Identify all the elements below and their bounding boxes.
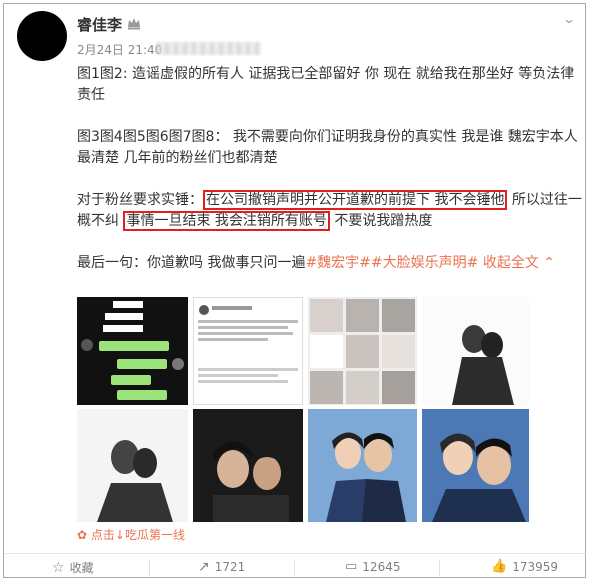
couple-outdoor-image xyxy=(326,432,406,522)
couple-photo-2[interactable] xyxy=(77,409,188,522)
action-separator xyxy=(149,560,150,576)
couple-photo-4[interactable] xyxy=(422,409,529,522)
couple-photo-1[interactable] xyxy=(422,297,529,405)
collapse-link[interactable]: 收起全文 ⌃ xyxy=(483,255,555,271)
post-date[interactable]: 2月24日 21:40 xyxy=(77,41,162,58)
chevron-up-icon: ⌃ xyxy=(543,255,556,271)
comment-button[interactable]: ▭ 12645 xyxy=(345,559,400,574)
source-label: 点击↓吃瓜第一线 xyxy=(90,528,185,542)
like-count: 173959 xyxy=(512,559,558,574)
favorite-button[interactable]: ☆ 收藏 xyxy=(52,559,94,576)
repost-icon: ↗ xyxy=(198,559,210,575)
selfie-image xyxy=(213,441,289,522)
paragraph-3: 对于粉丝要求实锤： 在公司撤销声明并公开道歉的前提下 我不会锤他 所以过往一概不纠… xyxy=(77,190,582,232)
paragraph-4: 最后一句：你道歉吗 我做事只问一遍#魏宏宇##大脸娱乐声明# 收起全文 ⌃ xyxy=(77,253,582,274)
photo-grid[interactable] xyxy=(308,297,417,405)
thumbs-up-icon: 👍 xyxy=(491,559,508,574)
para4-text: 最后一句：你道歉吗 我做事只问一遍 xyxy=(77,255,306,271)
username[interactable]: 睿佳李 xyxy=(77,14,122,35)
selfie-photo[interactable] xyxy=(193,409,303,522)
chevron-down-icon[interactable]: ⌄ xyxy=(562,12,576,26)
weibo-post-card: 睿佳李 ⌄ 2月24日 21:40 图1图2: 造谣虚假的所有人 证据我已全部留… xyxy=(3,3,586,578)
highlight-box-1: 在公司撤销声明并公开道歉的前提下 我不会锤他 xyxy=(203,190,508,210)
favorite-label: 收藏 xyxy=(69,561,94,575)
crown-badge-icon xyxy=(128,18,140,30)
avatar[interactable] xyxy=(17,11,67,61)
repost-button[interactable]: ↗ 1721 xyxy=(198,559,245,575)
divider xyxy=(5,553,586,554)
post-content: 图1图2: 造谣虚假的所有人 证据我已全部留好 你 现在 就给我在那坐好 等负法… xyxy=(77,64,582,274)
highlight-box-2: 事情一旦结束 我会注销所有账号 xyxy=(123,211,330,231)
hashtag-links[interactable]: #魏宏宇##大脸娱乐声明# xyxy=(305,255,478,271)
chat-screenshot-1[interactable] xyxy=(77,297,188,405)
para3-prefix: 对于粉丝要求实锤： xyxy=(77,192,203,208)
star-icon: ☆ xyxy=(52,559,65,576)
couple-bw-image xyxy=(97,440,173,522)
flower-icon: ✿ xyxy=(77,528,88,542)
comment-icon: ▭ xyxy=(345,559,358,574)
collapse-label: 收起全文 xyxy=(482,255,539,271)
paragraph-2: 图3图4图5图6图7图8： 我不需要向你们证明我身份的真实性 我是谁 魏宏宇本人… xyxy=(77,129,578,166)
chat-text-image xyxy=(198,305,298,383)
action-separator xyxy=(294,560,295,576)
couple-silhouette-image xyxy=(452,325,514,405)
chat-bubbles-image xyxy=(81,301,184,400)
action-separator xyxy=(439,560,440,576)
photo-collage-image xyxy=(310,299,415,404)
chat-screenshot-2[interactable] xyxy=(193,297,303,405)
couple-smile-image xyxy=(432,433,526,522)
source-link[interactable]: ✿ 点击↓吃瓜第一线 xyxy=(77,526,185,543)
image-grid xyxy=(77,297,529,522)
para3-suffix: 不要说我蹭热度 xyxy=(334,213,433,229)
paragraph-1: 图1图2: 造谣虚假的所有人 证据我已全部留好 你 现在 就给我在那坐好 等负法… xyxy=(77,66,575,103)
comment-count: 12645 xyxy=(362,559,401,574)
like-button[interactable]: 👍 173959 xyxy=(491,559,558,574)
blurred-source xyxy=(156,42,261,55)
couple-photo-3[interactable] xyxy=(308,409,417,522)
repost-count: 1721 xyxy=(214,560,246,574)
